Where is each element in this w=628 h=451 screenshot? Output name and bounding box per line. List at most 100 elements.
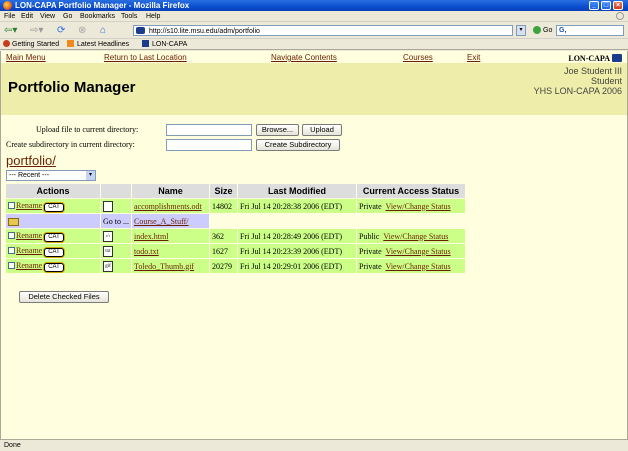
create-subdir-button[interactable]: Create Subdirectory (256, 139, 340, 151)
cat-button[interactable]: CAT (44, 247, 64, 257)
image-file-icon: gif (103, 260, 113, 272)
search-box[interactable]: G, (556, 25, 624, 36)
subdir-name-field[interactable] (166, 139, 252, 151)
text-file-icon: txt (103, 245, 113, 257)
row-checkbox[interactable] (8, 262, 15, 270)
link-return-last-location[interactable]: Return to Last Location (104, 53, 187, 62)
upload-label: Upload file to current directory: (36, 125, 139, 134)
change-status-link[interactable]: View/Change Status (386, 262, 451, 271)
table-row: Rename CAT gif Toledo_Thumb.gif 20279 Fri… (6, 259, 465, 273)
loncapa-bookmark-icon (142, 40, 149, 47)
rename-link[interactable]: Rename (16, 231, 42, 240)
status-bar: Done (0, 439, 628, 451)
delete-checked-button[interactable]: Delete Checked Files (19, 291, 109, 303)
file-modified: Fri Jul 14 20:29:01 2006 (EDT) (238, 259, 356, 273)
monitor-icon (612, 54, 622, 62)
link-navigate-contents[interactable]: Navigate Contents (271, 53, 337, 62)
go-label: Go (543, 27, 553, 34)
bookmark-loncapa[interactable]: LON-CAPA (152, 40, 187, 49)
file-table: Actions Name Size Last Modified Current … (5, 183, 466, 274)
stop-icon[interactable]: ⊗ (78, 25, 86, 36)
cat-button[interactable]: CAT (44, 202, 64, 212)
browse-button[interactable]: Browse... (256, 124, 299, 136)
folder-icon (8, 217, 19, 226)
rename-link[interactable]: Rename (16, 261, 42, 270)
link-exit[interactable]: Exit (467, 53, 480, 62)
folder-link[interactable]: Course_A_Stuff/ (134, 217, 189, 226)
col-access-status: Current Access Status (357, 184, 465, 198)
rename-link[interactable]: Rename (16, 246, 42, 255)
menu-bar: File Edit View Go Bookmarks Tools Help (0, 11, 628, 22)
col-name: Name (132, 184, 209, 198)
row-checkbox[interactable] (8, 247, 15, 255)
breadcrumb-portfolio[interactable]: portfolio (6, 153, 52, 168)
menu-bookmarks[interactable]: Bookmarks (80, 12, 115, 21)
rename-link[interactable]: Rename (16, 201, 42, 210)
row-checkbox[interactable] (8, 232, 15, 240)
access-value: Private (359, 201, 382, 211)
change-status-link[interactable]: View/Change Status (383, 232, 448, 241)
rss-icon (67, 40, 74, 47)
status-text: Done (4, 442, 21, 449)
forward-icon[interactable]: ⇨▾ (30, 25, 43, 36)
file-size: 1627 (210, 244, 237, 258)
window-titlebar: LON-CAPA Portfolio Manager - Mozilla Fir… (0, 0, 628, 11)
minimize-icon[interactable]: _ (589, 1, 599, 10)
menu-file[interactable]: File (4, 12, 15, 21)
close-icon[interactable]: × (613, 1, 623, 10)
cat-button[interactable]: CAT (44, 262, 64, 272)
go-button[interactable]: Go (533, 26, 552, 35)
subdir-label: Create subdirectory in current directory… (6, 140, 135, 149)
col-last-modified: Last Modified (238, 184, 356, 198)
upload-file-field[interactable] (166, 124, 252, 136)
menu-tools[interactable]: Tools (121, 12, 137, 21)
access-value: Private (359, 246, 382, 256)
file-link[interactable]: todo.txt (134, 247, 159, 256)
bookmarks-toolbar: Getting Started Latest Headlines LON-CAP… (0, 39, 628, 50)
page-content: Main Menu Return to Last Location Naviga… (0, 51, 628, 439)
cat-button[interactable]: CAT (44, 232, 64, 242)
file-modified: Fri Jul 14 20:28:49 2006 (EDT) (238, 229, 356, 243)
home-icon[interactable]: ⌂ (100, 25, 106, 36)
subdir-row: Create subdirectory in current directory… (1, 138, 627, 152)
table-row: Rename CAT txt todo.txt 1627 Fri Jul 14 2… (6, 244, 465, 258)
bookmark-latest-headlines[interactable]: Latest Headlines (77, 40, 129, 49)
file-link[interactable]: Toledo_Thumb.gif (134, 262, 194, 271)
back-icon[interactable]: ⇦▾ (4, 25, 17, 36)
row-checkbox[interactable] (8, 202, 15, 210)
link-courses[interactable]: Courses (403, 53, 433, 62)
navigation-toolbar: ⇦▾ ⇨▾ ⟳ ⊗ ⌂ http://s10.lite.msu.edu/adm/… (0, 22, 628, 39)
menu-go[interactable]: Go (63, 12, 72, 21)
change-status-link[interactable]: View/Change Status (386, 202, 451, 211)
url-dropdown-icon[interactable]: ▾ (516, 25, 526, 36)
address-bar[interactable]: http://s10.lite.msu.edu/adm/portfolio ▾ (133, 25, 526, 36)
maximize-icon[interactable]: □ (601, 1, 611, 10)
user-name: Joe Student III (563, 66, 622, 76)
chevron-down-icon: ▾ (86, 171, 95, 180)
upload-button[interactable]: Upload (302, 124, 342, 136)
menu-help[interactable]: Help (146, 12, 160, 21)
html-file-icon: ‹/› (103, 230, 113, 242)
document-icon (103, 200, 113, 212)
bookmark-getting-started[interactable]: Getting Started (12, 40, 59, 49)
access-value: Private (359, 261, 382, 271)
file-modified: Fri Jul 14 20:28:38 2006 (EDT) (238, 199, 356, 213)
file-link[interactable]: index.html (134, 232, 168, 241)
file-size: 14802 (210, 199, 237, 213)
file-size: 362 (210, 229, 237, 243)
table-row: Rename CAT accomplishments.odt 14802 Fri … (6, 199, 465, 213)
site-icon (136, 27, 145, 34)
change-status-link[interactable]: View/Change Status (386, 247, 451, 256)
link-main-menu[interactable]: Main Menu (6, 53, 46, 62)
go-icon (533, 26, 541, 35)
col-actions: Actions (6, 184, 100, 198)
reload-icon[interactable]: ⟳ (57, 25, 65, 36)
window-title: LON-CAPA Portfolio Manager - Mozilla Fir… (15, 1, 190, 10)
menu-edit[interactable]: Edit (21, 12, 33, 21)
file-modified: Fri Jul 14 20:23:39 2006 (EDT) (238, 244, 356, 258)
recent-select[interactable]: --- Recent --- ▾ (6, 170, 96, 181)
menu-view[interactable]: View (40, 12, 55, 21)
file-link[interactable]: accomplishments.odt (134, 202, 202, 211)
breadcrumb: portfolio/ (6, 154, 56, 168)
throbber-icon (616, 12, 624, 20)
